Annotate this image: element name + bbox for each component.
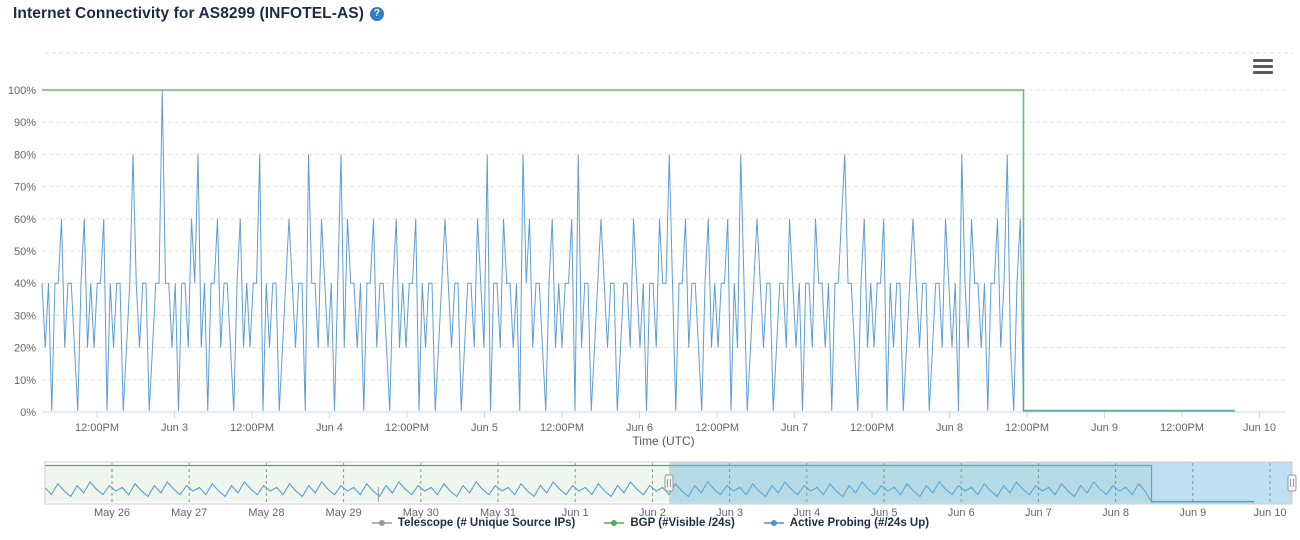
navigator-day-label: Jun 8: [1102, 507, 1129, 519]
navigator-day-label: May 29: [326, 507, 362, 519]
y-tick-label: 30%: [14, 310, 36, 322]
navigator-selection-mask[interactable]: [669, 463, 1292, 504]
x-tick-label: 12:00PM: [540, 422, 584, 434]
y-tick-label: 70%: [14, 182, 36, 194]
chart-context-menu-icon[interactable]: [1253, 59, 1273, 77]
ioda-connectivity-page: { "header": { "title": "Internet Connect…: [0, 0, 1300, 540]
x-axis-labels: 12:00PM Jun 3 12:00PM Jun 4 12:00PM Jun 5 12:0…: [75, 412, 1276, 434]
x-tick-label: 12:00PM: [385, 422, 429, 434]
x-tick-label: 12:00PM: [1005, 422, 1049, 434]
y-axis-labels: 0% 10% 20% 30% 40% 50% 60% 70% 80% 90% 100%: [8, 85, 36, 419]
legend-item-bgp[interactable]: BGP (#Visible /24s): [603, 517, 734, 529]
x-tick-label: Jun 8: [936, 422, 963, 434]
y-tick-label: 90%: [14, 117, 36, 129]
navigator-handle-right[interactable]: [1288, 475, 1296, 491]
legend-item-telescope[interactable]: Telescope (# Unique Source IPs): [371, 517, 575, 529]
navigator-day-label: Jun 9: [1179, 507, 1206, 519]
navigator-day-label: Jun 7: [1025, 507, 1052, 519]
navigator-day-label: Jun 6: [948, 507, 975, 519]
navigator-day-label: May 26: [94, 507, 130, 519]
legend-label: Telescope (# Unique Source IPs): [398, 517, 575, 529]
x-tick-label: 12:00PM: [230, 422, 274, 434]
navigator-day-label: May 27: [171, 507, 207, 519]
x-tick-label: 12:00PM: [1160, 422, 1204, 434]
probing-legend-marker: [763, 517, 785, 529]
menu-bar: [1253, 71, 1273, 74]
menu-bar: [1253, 65, 1273, 68]
x-tick-label: Jun 9: [1091, 422, 1118, 434]
x-tick-label: 12:00PM: [75, 422, 119, 434]
legend: Telescope (# Unique Source IPs) BGP (#Vi…: [371, 517, 929, 529]
menu-bar: [1253, 59, 1273, 62]
legend-item-probing[interactable]: Active Probing (#/24s Up): [763, 517, 929, 529]
legend-label: BGP (#Visible /24s): [630, 517, 734, 529]
x-tick-label: Jun 4: [316, 422, 343, 434]
connectivity-chart: 0% 10% 20% 30% 40% 50% 60% 70% 80% 90% 100% 12:00PM…: [0, 0, 1300, 540]
time-axis-title: Time (UTC): [632, 434, 694, 448]
y-tick-label: 100%: [8, 85, 36, 97]
bgp-legend-marker: [603, 517, 625, 529]
y-tick-label: 0%: [20, 407, 36, 419]
y-tick-label: 60%: [14, 214, 36, 226]
navigator-day-label: May 28: [248, 507, 284, 519]
y-tick-label: 40%: [14, 278, 36, 290]
y-tick-label: 10%: [14, 375, 36, 387]
navigator[interactable]: [45, 462, 1296, 504]
x-tick-label: Jun 7: [781, 422, 808, 434]
bgp-series-line: [42, 90, 1235, 411]
x-tick-label: Jun 3: [161, 422, 188, 434]
x-tick-label: Jun 5: [471, 422, 498, 434]
y-tick-label: 50%: [14, 246, 36, 258]
y-tick-label: 80%: [14, 149, 36, 161]
x-tick-label: 12:00PM: [850, 422, 894, 434]
navigator-handle-left[interactable]: [665, 475, 673, 491]
x-tick-label: 12:00PM: [695, 422, 739, 434]
x-tick-label: Jun 6: [626, 422, 653, 434]
legend-label: Active Probing (#/24s Up): [790, 517, 929, 529]
y-tick-label: 20%: [14, 343, 36, 355]
x-tick-label: Jun 10: [1243, 422, 1276, 434]
y-gridlines: [42, 90, 1285, 380]
navigator-day-label: Jun 10: [1253, 507, 1286, 519]
telescope-legend-marker: [371, 517, 393, 529]
